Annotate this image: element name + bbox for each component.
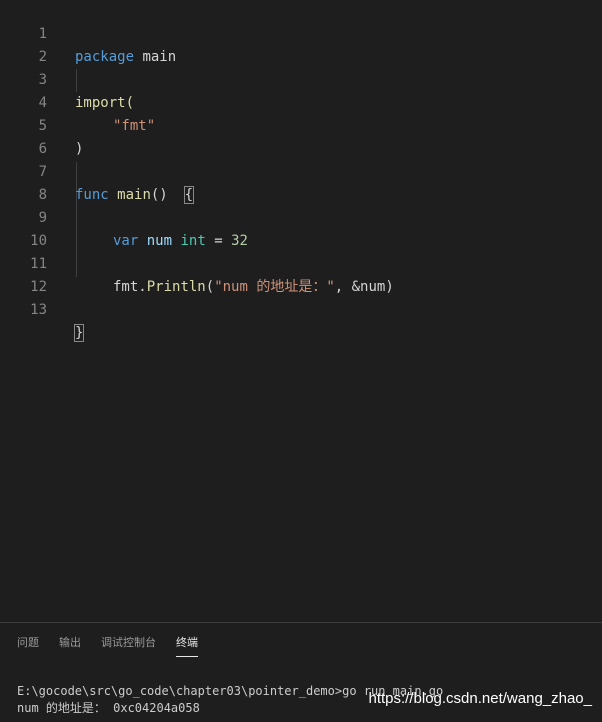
code-line-2[interactable]: 2	[0, 23, 602, 65]
code-line-12[interactable]: 12	[0, 253, 602, 295]
matched-close-brace: }	[73, 324, 85, 342]
watermark: https://blog.csdn.net/wang_zhao_	[368, 690, 593, 707]
tab-terminal[interactable]: 终端	[176, 635, 198, 657]
code-line-1[interactable]: 1 package main	[0, 0, 602, 65]
code-line-7[interactable]: 7 func main() {	[0, 138, 602, 204]
terminal-output-line[interactable]: num 的地址是： 0xc04204a058	[17, 700, 200, 716]
panel-tabs: 问题 输出 调试控制台 终端	[17, 635, 198, 659]
code-line-13[interactable]: 13 }	[0, 276, 602, 342]
tab-problems[interactable]: 问题	[17, 635, 39, 657]
code-line-4[interactable]: 4 "fmt"	[0, 69, 602, 134]
code-line-8[interactable]: 8	[0, 161, 602, 203]
tab-debug-console[interactable]: 调试控制台	[101, 635, 156, 657]
code-line-3[interactable]: 3 import(	[0, 46, 602, 111]
code-line-5[interactable]: 5 )	[0, 92, 602, 157]
code-editor[interactable]: 1 package main 2 3 import( 4 "fmt" 5 ) 6…	[0, 0, 602, 622]
code-line-10[interactable]: 10	[0, 207, 602, 249]
code-line-6[interactable]: 6	[0, 115, 602, 157]
tab-output[interactable]: 输出	[59, 635, 81, 657]
line-number: 13	[30, 302, 47, 318]
code-line-11[interactable]: 11 fmt.Println("num 的地址是：", &num)	[0, 230, 602, 295]
code-line-9[interactable]: 9 var num int = 32	[0, 184, 602, 249]
